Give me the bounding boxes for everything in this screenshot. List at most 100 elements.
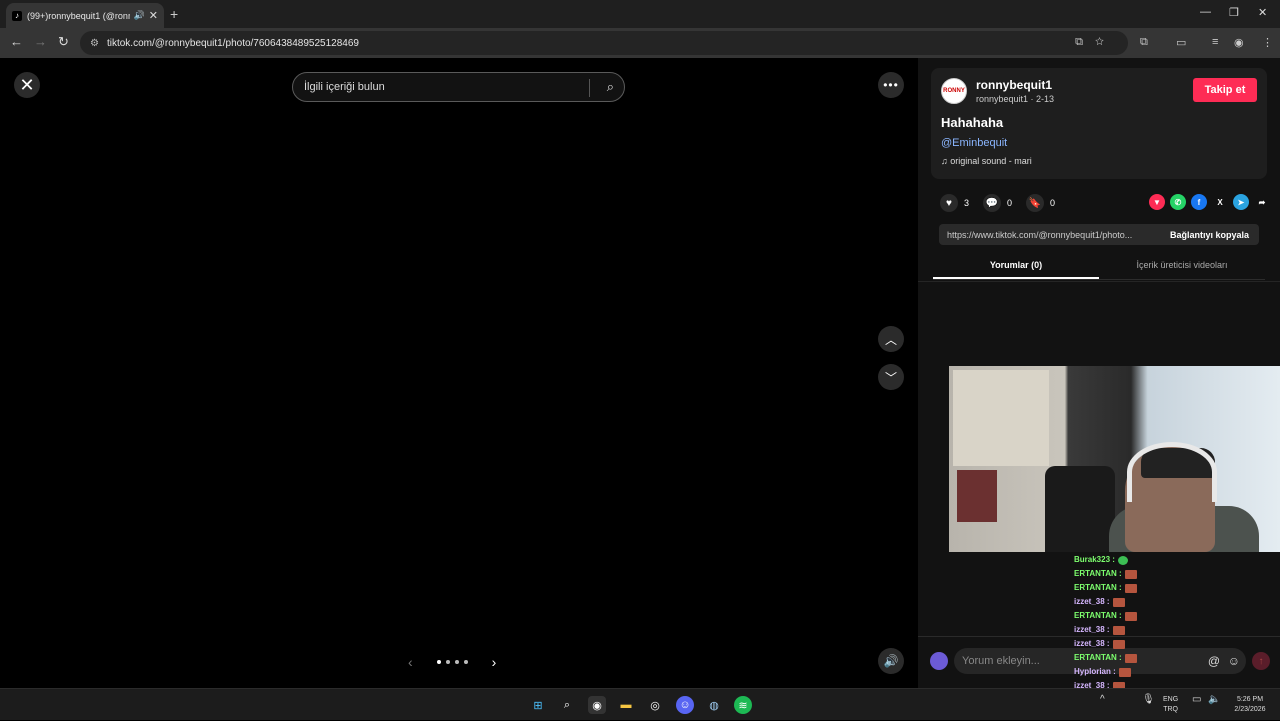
- facebook-icon[interactable]: f: [1191, 194, 1207, 210]
- post-link[interactable]: https://www.tiktok.com/@ronnybequit1/pho…: [947, 230, 1153, 240]
- side-panel-icon[interactable]: ▭: [1176, 36, 1186, 49]
- forward-icon[interactable]: →: [34, 34, 47, 49]
- chat-emote-icon: [1112, 639, 1125, 649]
- chat-username: izzet_38 :: [1074, 625, 1110, 634]
- start-icon[interactable]: ⊞: [529, 696, 547, 714]
- copy-link-button[interactable]: Bağlantıyı kopyala: [1170, 230, 1249, 240]
- app-icon[interactable]: ◎: [646, 696, 664, 714]
- browser-tab-bar: ♪ (99+)ronnybequit1 (@ronn 🔊 ✕ + — ❐ ✕: [0, 0, 1280, 28]
- poster-image: [957, 470, 997, 522]
- poster-image: [953, 370, 1049, 466]
- photo-dots: [436, 660, 468, 664]
- next-post-button[interactable]: ﹀: [878, 364, 904, 390]
- chat-message: ERTANTAN :: [1074, 567, 1184, 581]
- speaker-icon[interactable]: 🔊: [134, 10, 145, 21]
- close-tab-icon[interactable]: ✕: [149, 9, 158, 22]
- chair-image: [1045, 466, 1115, 552]
- mention-icon[interactable]: @: [1208, 654, 1220, 668]
- spotify-icon[interactable]: ≋: [734, 696, 752, 714]
- share-icon[interactable]: ➦: [1254, 194, 1270, 210]
- chat-message: ERTANTAN :: [1074, 609, 1184, 623]
- avatar[interactable]: RONNY: [941, 78, 967, 104]
- reload-icon[interactable]: ↻: [58, 34, 69, 50]
- sound-link[interactable]: ♫ original sound - mari: [941, 156, 1032, 166]
- chat-username: ERTANTAN :: [1074, 611, 1122, 620]
- chat-message: izzet_38 :: [1074, 637, 1184, 651]
- chat-username: ERTANTAN :: [1074, 653, 1122, 662]
- comment-button[interactable]: 💬 0: [983, 194, 1012, 212]
- volume-icon[interactable]: 🔈: [1208, 695, 1220, 705]
- photo-dot[interactable]: [454, 660, 459, 664]
- search-icon[interactable]: ⌕: [607, 79, 614, 95]
- sound-name: original sound - mari: [950, 156, 1032, 166]
- like-button[interactable]: ♥ 3: [940, 194, 969, 212]
- clock[interactable]: 5:26 PM 2/23/2026: [1230, 695, 1270, 715]
- search-input[interactable]: İlgili içeriği bulun ⌕: [292, 72, 625, 102]
- volume-button[interactable]: 🔊: [878, 648, 904, 674]
- emoji-icon[interactable]: ☺: [1228, 654, 1240, 668]
- profile-avatar[interactable]: ◉: [1234, 36, 1244, 49]
- chat-username: Burak323 :: [1074, 555, 1115, 564]
- reading-list-icon[interactable]: ≡: [1212, 36, 1218, 48]
- chat-username: ERTANTAN :: [1074, 569, 1122, 578]
- chat-emote-icon: [1118, 667, 1131, 677]
- bookmark-star-icon[interactable]: ⧉☆: [1075, 36, 1116, 49]
- chat-emote-icon: [1112, 625, 1125, 635]
- photo-dot[interactable]: [436, 660, 441, 664]
- divider: [918, 281, 1280, 282]
- back-icon[interactable]: ←: [10, 34, 23, 49]
- tab-creator-videos[interactable]: İçerik üreticisi videoları: [1099, 258, 1265, 279]
- photo-dot[interactable]: [445, 660, 450, 664]
- chrome-icon[interactable]: ◉: [588, 696, 606, 714]
- music-note-icon: ♫: [941, 156, 951, 166]
- taskbar: ⊞ ⌕ ◉ ▬ ◎ ☺ ◍ ≋ ^ 🎙 ENG TRQ ▭ 🔈 5:26 PM …: [0, 688, 1280, 720]
- search-icon[interactable]: ⌕: [558, 696, 576, 714]
- tab-title: (99+)ronnybequit1 (@ronn: [27, 10, 130, 21]
- next-photo-icon[interactable]: ›: [492, 654, 497, 670]
- whatsapp-icon[interactable]: ✆: [1170, 194, 1186, 210]
- comment-icon: 💬: [983, 194, 1002, 212]
- chat-message: izzet_38 :: [1074, 595, 1184, 609]
- chat-message: izzet_38 :: [1074, 623, 1184, 637]
- browser-tab[interactable]: ♪ (99+)ronnybequit1 (@ronn 🔊 ✕: [6, 3, 164, 28]
- post-info-card: RONNY ronnybequit1 ronnybequit1 · 2-13 T…: [931, 68, 1267, 179]
- chat-emote-icon: [1117, 555, 1128, 565]
- username[interactable]: ronnybequit1: [976, 78, 1052, 92]
- network-icon[interactable]: ▭: [1192, 695, 1201, 705]
- more-options-button[interactable]: •••: [878, 72, 904, 98]
- x-icon[interactable]: X: [1212, 194, 1228, 210]
- address-bar[interactable]: ⚙ tiktok.com/@ronnybequit1/photo/7606438…: [80, 31, 1128, 55]
- language-indicator[interactable]: ENG TRQ: [1163, 695, 1178, 715]
- site-info-icon[interactable]: ⚙: [90, 38, 99, 49]
- save-button[interactable]: 🔖 0: [1026, 194, 1055, 212]
- folder-icon[interactable]: ▬: [617, 696, 635, 714]
- follow-button[interactable]: Takip et: [1193, 78, 1257, 102]
- clock-date: 2/23/2026: [1234, 706, 1266, 713]
- close-window-icon[interactable]: ✕: [1258, 6, 1267, 19]
- photo-dot[interactable]: [463, 660, 468, 664]
- send-button[interactable]: ↑: [1252, 652, 1270, 670]
- prev-photo-icon[interactable]: ‹: [408, 654, 413, 670]
- browser-toolbar: ← → ↻ ⚙ tiktok.com/@ronnybequit1/photo/7…: [0, 28, 1280, 58]
- mention-link[interactable]: @Eminbequit: [941, 137, 1007, 149]
- steam-icon[interactable]: ◍: [705, 696, 723, 714]
- repost-icon[interactable]: ▼: [1149, 194, 1165, 210]
- new-tab-button[interactable]: +: [170, 6, 178, 22]
- photo-pager: ‹ ›: [408, 654, 496, 670]
- bookmark-icon: 🔖: [1026, 194, 1045, 212]
- extensions-icon[interactable]: ⧉: [1140, 36, 1148, 49]
- comment-tabs: Yorumlar (0) İçerik üreticisi videoları: [933, 258, 1265, 280]
- chat-message: Hyplorian :: [1074, 665, 1184, 679]
- chat-message: ERTANTAN :: [1074, 651, 1184, 665]
- tray-arrow-icon[interactable]: ^: [1100, 695, 1105, 705]
- previous-post-button[interactable]: ︿: [878, 326, 904, 352]
- menu-icon[interactable]: ⋮: [1262, 36, 1273, 49]
- close-viewer-button[interactable]: ✕: [14, 72, 40, 98]
- minimize-icon[interactable]: —: [1200, 6, 1211, 18]
- discord-icon[interactable]: ☺: [676, 696, 694, 714]
- heart-icon: ♥: [940, 194, 958, 212]
- telegram-icon[interactable]: ➤: [1233, 194, 1249, 210]
- restore-icon[interactable]: ❐: [1229, 6, 1239, 19]
- tab-comments[interactable]: Yorumlar (0): [933, 258, 1099, 279]
- mic-icon[interactable]: 🎙: [1142, 695, 1155, 705]
